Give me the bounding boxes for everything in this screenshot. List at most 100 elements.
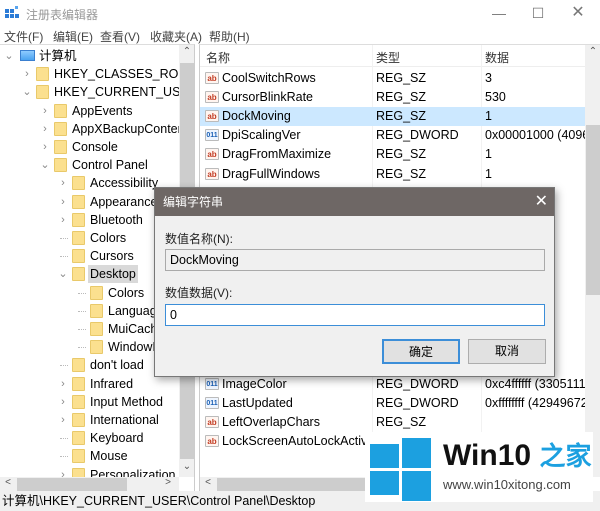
registry-editor-icon bbox=[5, 6, 19, 18]
tree-connector bbox=[78, 347, 86, 349]
value-data: 1 bbox=[485, 109, 492, 124]
list-row[interactable]: ab DockMoving REG_SZ 1 bbox=[200, 107, 585, 127]
tree-item-label: Bluetooth bbox=[90, 212, 143, 227]
menu-favorites[interactable]: 收藏夹(A) bbox=[150, 28, 202, 45]
scroll-down-icon[interactable]: ⌄ bbox=[179, 461, 194, 472]
cancel-button[interactable]: 取消 bbox=[468, 339, 546, 364]
maximize-icon[interactable]: ☐ bbox=[523, 3, 553, 23]
tree-item[interactable]: Colors bbox=[0, 284, 179, 302]
chevron-right-icon[interactable]: › bbox=[58, 211, 68, 229]
chevron-right-icon[interactable]: › bbox=[40, 120, 50, 138]
list-vertical-scrollbar[interactable]: ⌃ bbox=[585, 45, 600, 477]
scroll-right-icon[interactable]: > bbox=[160, 477, 176, 488]
scroll-left-icon[interactable]: < bbox=[200, 477, 216, 488]
list-row[interactable]: ab LeftOverlapChars REG_SZ bbox=[200, 413, 585, 432]
chevron-right-icon[interactable]: › bbox=[58, 393, 68, 411]
menu-view[interactable]: 查看(V) bbox=[100, 28, 140, 45]
tree-item-label: Accessibility bbox=[90, 176, 159, 191]
tree-item[interactable]: › AppXBackupConter bbox=[0, 120, 182, 138]
menu-file[interactable]: 文件(F) bbox=[4, 28, 43, 45]
folder-icon bbox=[72, 194, 85, 209]
tree-item[interactable]: › AppEvents bbox=[0, 102, 179, 120]
chevron-right-icon[interactable]: › bbox=[58, 193, 68, 211]
list-row[interactable]: 011 LastUpdated REG_DWORD 0xffffffff (42949… bbox=[200, 394, 585, 413]
scroll-up-icon[interactable]: ⌃ bbox=[585, 46, 600, 57]
tree-horizontal-scrollbar[interactable]: < > bbox=[0, 477, 179, 491]
chevron-right-icon[interactable]: › bbox=[40, 138, 50, 156]
tree-item[interactable]: › Accessibility bbox=[0, 174, 179, 192]
folder-icon bbox=[90, 285, 103, 300]
value-name-field[interactable]: DockMoving bbox=[165, 249, 545, 271]
menu-help[interactable]: 帮助(H) bbox=[209, 28, 250, 45]
value-data-field[interactable]: 0 bbox=[165, 304, 545, 326]
list-row[interactable]: 011 DpiScalingVer REG_DWORD 0x00001000 (409… bbox=[200, 126, 585, 145]
chevron-right-icon[interactable]: › bbox=[58, 411, 68, 429]
tree-item[interactable]: › Appearance bbox=[0, 193, 179, 211]
value-name: CoolSwitchRows bbox=[222, 71, 316, 85]
list-hscroll-thumb[interactable] bbox=[217, 478, 367, 491]
value-name: LastUpdated bbox=[222, 395, 293, 410]
scroll-up-icon[interactable]: ⌃ bbox=[179, 46, 194, 57]
tree-item[interactable]: ⌄ HKEY_CURRENT_USER bbox=[0, 83, 194, 101]
tree-item[interactable]: MuiCached bbox=[0, 320, 179, 338]
tree-item[interactable]: › Bluetooth bbox=[0, 211, 179, 229]
list-row[interactable]: ab CursorBlinkRate REG_SZ 530 bbox=[200, 88, 585, 107]
list-scroll-thumb[interactable] bbox=[586, 125, 600, 295]
tree-item[interactable]: Mouse bbox=[0, 447, 179, 465]
tree-item[interactable]: Colors bbox=[0, 229, 179, 247]
list-row[interactable]: 011 ImageColor REG_DWORD 0xc4ffffff (330511… bbox=[200, 375, 585, 394]
tree-item-label: AppXBackupConter bbox=[72, 121, 182, 136]
tree-item[interactable]: LanguageConfiguration bbox=[0, 302, 194, 320]
watermark-url: www.win10xitong.com bbox=[443, 477, 571, 492]
dialog-title: 编辑字符串 bbox=[163, 195, 224, 209]
chevron-right-icon[interactable]: › bbox=[58, 174, 68, 192]
reg-string-icon: ab bbox=[205, 148, 219, 161]
close-icon[interactable]: ✕ bbox=[535, 188, 548, 216]
column-data[interactable]: 数据 bbox=[485, 49, 509, 66]
value-name: LockScreenAutoLockActive bbox=[222, 433, 372, 448]
value-type: REG_DWORD bbox=[376, 376, 459, 391]
list-row[interactable]: ab DragFromMaximize REG_SZ 1 bbox=[200, 145, 585, 164]
list-row[interactable]: ab CoolSwitchRows REG_SZ 3 bbox=[200, 69, 585, 88]
chevron-down-icon[interactable]: ⌄ bbox=[22, 83, 32, 101]
value-type: REG_SZ bbox=[376, 414, 427, 429]
value-type: REG_SZ bbox=[376, 71, 427, 85]
chevron-right-icon[interactable]: › bbox=[58, 375, 68, 393]
tree-item[interactable]: ⌄ Desktop bbox=[0, 265, 179, 284]
tree-item[interactable]: Cursors bbox=[0, 247, 179, 265]
tree-item[interactable]: Keyboard bbox=[0, 429, 179, 447]
scroll-left-icon[interactable]: < bbox=[0, 477, 16, 488]
tree-item[interactable]: › International bbox=[0, 411, 179, 429]
tree-item[interactable]: › HKEY_CLASSES_ROOT bbox=[0, 65, 194, 83]
tree-item[interactable]: ⌄ Control Panel bbox=[0, 156, 179, 174]
chevron-down-icon[interactable]: ⌄ bbox=[40, 156, 50, 174]
tree-item[interactable]: › Infrared bbox=[0, 375, 179, 393]
folder-icon bbox=[90, 303, 103, 318]
tree-item[interactable]: › Input Method bbox=[0, 393, 179, 411]
tree-connector bbox=[60, 365, 68, 367]
tree-item[interactable]: WindowMetrics bbox=[0, 338, 193, 356]
value-type: REG_SZ bbox=[376, 109, 427, 124]
chevron-down-icon[interactable]: ⌄ bbox=[58, 265, 68, 283]
tree-hscroll-thumb[interactable] bbox=[17, 478, 127, 491]
folder-icon bbox=[72, 176, 85, 191]
tree-connector bbox=[60, 438, 68, 440]
menu-edit[interactable]: 编辑(E) bbox=[53, 28, 93, 45]
column-name[interactable]: 名称 bbox=[206, 49, 230, 66]
value-name: DragFromMaximize bbox=[222, 147, 332, 162]
chevron-right-icon[interactable]: › bbox=[40, 102, 50, 120]
folder-icon bbox=[72, 376, 85, 391]
minimize-icon[interactable]: — bbox=[484, 3, 514, 23]
watermark: Win10 之家 www.win10xitong.com bbox=[365, 432, 593, 502]
column-type[interactable]: 类型 bbox=[376, 49, 400, 66]
tree-item[interactable]: › Console bbox=[0, 138, 179, 156]
tree-item-label: Appearance bbox=[90, 194, 158, 209]
close-icon[interactable]: ✕ bbox=[563, 3, 593, 23]
value-data: 0x00001000 (4096) bbox=[485, 128, 585, 143]
tree-connector bbox=[78, 292, 86, 294]
chevron-right-icon[interactable]: › bbox=[22, 65, 32, 83]
list-row[interactable]: ab DragFullWindows REG_SZ 1 bbox=[200, 165, 585, 184]
ok-button[interactable]: 确定 bbox=[382, 339, 460, 364]
tree-item[interactable]: don't load bbox=[0, 356, 179, 374]
chevron-down-icon[interactable]: ⌄ bbox=[4, 47, 14, 65]
